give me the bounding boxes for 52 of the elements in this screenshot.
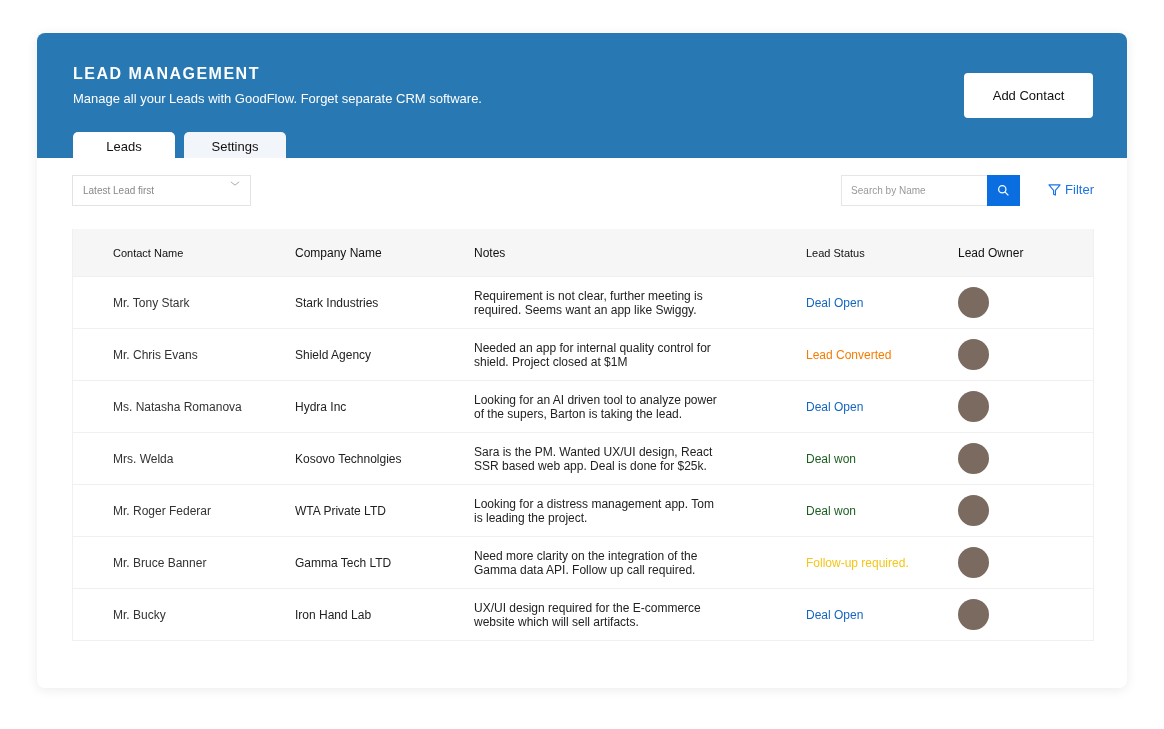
sort-dropdown[interactable]: Latest Lead first xyxy=(72,175,251,206)
column-header: Company Name xyxy=(295,245,383,260)
notes-text: Requirement is not clear, further meeting is required. Seems want an app like Swiggy. xyxy=(474,288,704,317)
filter-button[interactable]: Filter xyxy=(1048,181,1094,197)
contact-name: Ms. Natasha Romanova xyxy=(112,399,243,414)
search-button[interactable] xyxy=(987,175,1021,206)
filter-icon xyxy=(1048,182,1062,196)
add-contact-button[interactable]: Add Contact xyxy=(964,73,1093,118)
avatar xyxy=(958,391,989,422)
notes-text: UX/UI design required for the E-commerce website which will sell artifacts. xyxy=(474,600,702,629)
lead-status: Deal Open xyxy=(806,399,865,414)
tab[interactable]: Settings xyxy=(184,132,286,158)
notes-text: Looking for a distress management app. Tom is leading the project. xyxy=(474,496,715,525)
column-header: Lead Status xyxy=(806,246,866,259)
contact-name: Mr. Tony Stark xyxy=(112,295,191,310)
page-title: LEAD MANAGEMENT xyxy=(73,65,261,83)
column-header: Contact Name xyxy=(112,246,185,259)
notes-text: Needed an app for internal quality control for shield. Project closed at $1M xyxy=(474,340,712,369)
notes-text: Looking for an AI driven tool to analyze power of the supers, Barton is taking the lead. xyxy=(474,392,718,421)
contact-name: Mrs. Welda xyxy=(112,451,175,466)
company-name: Shield Agency xyxy=(295,347,373,362)
lead-status: Deal Open xyxy=(806,607,865,622)
avatar xyxy=(958,547,989,578)
avatar xyxy=(958,495,989,526)
avatar xyxy=(958,599,989,630)
contact-name: Mr. Bruce Banner xyxy=(112,555,208,570)
column-header: Notes xyxy=(474,245,507,260)
avatar xyxy=(958,287,989,318)
avatar xyxy=(958,443,989,474)
company-name: Hydra Inc xyxy=(295,399,348,414)
search-field[interactable]: Search by Name xyxy=(841,175,988,206)
avatar xyxy=(958,339,989,370)
lead-status: Follow-up required. xyxy=(806,555,910,570)
page-subtitle: Manage all your Leads with GoodFlow. Forget separate CRM software. xyxy=(73,91,482,106)
company-name: WTA Private LTD xyxy=(295,503,387,518)
search-icon xyxy=(997,184,1011,197)
notes-text: Sara is the PM. Wanted UX/UI design, React SSR based web app. Deal is done for $25k. xyxy=(474,444,714,473)
contact-name: Mr. Chris Evans xyxy=(112,347,199,362)
tab[interactable]: Leads xyxy=(73,132,175,158)
company-name: Iron Hand Lab xyxy=(295,607,373,622)
lead-status: Deal Open xyxy=(806,295,865,310)
contact-name: Mr. Roger Federar xyxy=(112,503,213,518)
company-name: Gamma Tech LTD xyxy=(295,555,393,570)
notes-text: Need more clarity on the integration of the Gamma data API. Follow up call required. xyxy=(474,548,699,577)
chevron-down-icon xyxy=(230,181,240,186)
lead-status: Deal won xyxy=(806,503,858,518)
lead-status: Lead Converted xyxy=(806,347,893,362)
lead-status: Deal won xyxy=(806,451,858,466)
contact-name: Mr. Bucky xyxy=(112,607,167,622)
company-name: Stark Industries xyxy=(295,295,380,310)
company-name: Kosovo Technolgies xyxy=(295,451,403,466)
column-header: Lead Owner xyxy=(958,245,1025,260)
